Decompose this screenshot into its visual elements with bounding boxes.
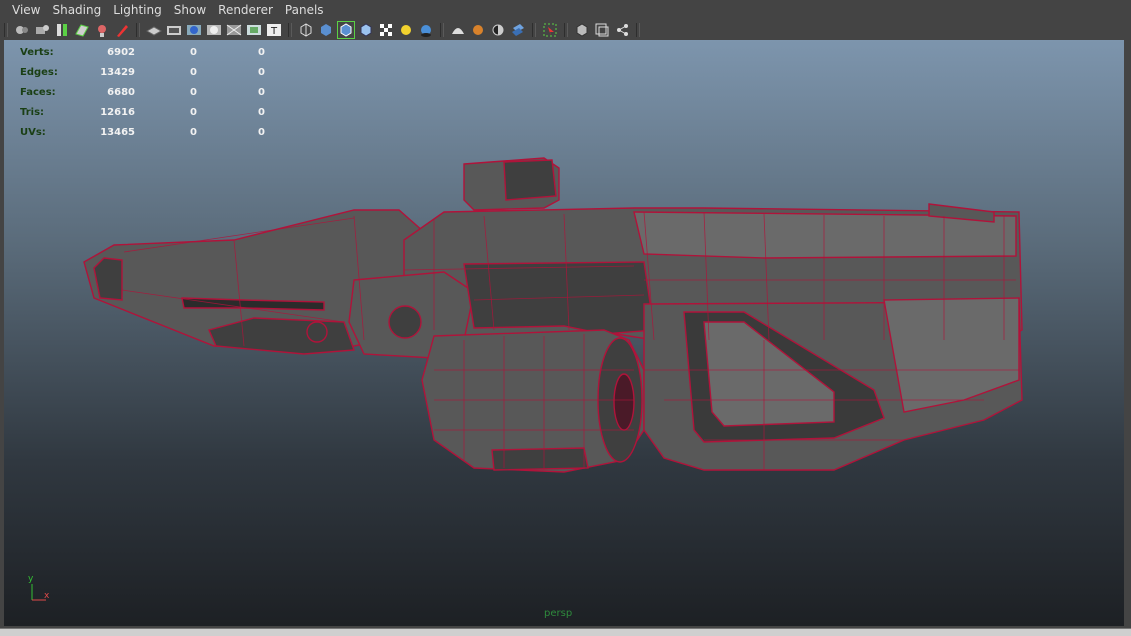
shadows-icon[interactable]	[418, 22, 434, 38]
hud-label: Verts:	[20, 46, 54, 58]
2d-pan-zoom-icon[interactable]	[94, 22, 110, 38]
hud-value: 12616	[100, 106, 135, 118]
hud-row-verts: Verts: 6902 0 0	[20, 42, 265, 62]
poly-count-hud: Verts: 6902 0 0 Edges: 13429 0 0 Faces: 6680 0 0 Tri…	[20, 42, 265, 142]
hud-value: 13429	[100, 66, 135, 78]
toolbar-separator	[4, 23, 8, 37]
use-all-lights-icon[interactable]	[398, 22, 414, 38]
camera-attributes-icon[interactable]	[34, 22, 50, 38]
hud-row-uvs: UVs: 13465 0 0	[20, 122, 265, 142]
grid-icon[interactable]	[146, 22, 162, 38]
toolbar-separator	[636, 23, 640, 37]
trigger-assembly-part	[463, 261, 655, 335]
gate-mask-icon[interactable]	[206, 22, 222, 38]
hud-value: 0	[190, 106, 197, 118]
hud-value: 6902	[107, 46, 135, 58]
svg-text:T: T	[270, 26, 278, 37]
toolbar-separator	[532, 23, 536, 37]
default-material-icon[interactable]	[358, 22, 374, 38]
hud-value: 0	[258, 66, 265, 78]
menu-show[interactable]: Show	[174, 3, 206, 17]
menu-view[interactable]: View	[12, 3, 40, 17]
viewport-toolbar: T	[0, 20, 1131, 40]
toolbar-separator	[440, 23, 444, 37]
multisample-antialiasing-icon[interactable]	[490, 22, 506, 38]
hud-label: Tris:	[20, 106, 45, 118]
isolate-select-icon[interactable]	[542, 22, 558, 38]
hud-value: 0	[258, 86, 265, 98]
hud-value: 0	[258, 106, 265, 118]
xray-joints-icon[interactable]	[614, 22, 630, 38]
axis-icon	[31, 584, 46, 601]
3d-viewport[interactable]: Verts: 6902 0 0 Edges: 13429 0 0 Faces: 6680 0 0 Tri…	[4, 40, 1124, 626]
film-gate-icon[interactable]	[166, 22, 182, 38]
safe-action-icon[interactable]	[246, 22, 262, 38]
view-axis-gizmo: y x	[20, 572, 60, 608]
hud-value: 0	[190, 66, 197, 78]
axis-x-label: x	[44, 591, 50, 601]
camera-name-label: persp	[544, 608, 573, 619]
hud-row-edges: Edges: 13429 0 0	[20, 62, 265, 82]
hud-value: 0	[258, 126, 265, 138]
hud-value: 0	[190, 86, 197, 98]
hud-value: 0	[190, 46, 197, 58]
hud-label: Faces:	[20, 86, 56, 98]
hud-row-tris: Tris: 12616 0 0	[20, 102, 265, 122]
smooth-shade-icon[interactable]	[318, 22, 334, 38]
screen-space-ambient-occlusion-icon[interactable]	[450, 22, 466, 38]
menu-shading[interactable]: Shading	[52, 3, 101, 17]
hud-value: 6680	[107, 86, 135, 98]
select-camera-icon[interactable]	[14, 22, 30, 38]
wireframe-icon[interactable]	[298, 22, 314, 38]
hud-label: Edges:	[20, 66, 58, 78]
wireframe-on-shaded-icon[interactable]	[337, 21, 355, 39]
front-bolt-part	[306, 321, 328, 343]
axis-y-label: y	[28, 574, 34, 584]
hud-row-faces: Faces: 6680 0 0	[20, 82, 265, 102]
safe-title-icon[interactable]: T	[266, 22, 282, 38]
depth-of-field-icon[interactable]	[510, 22, 526, 38]
drum-hub-part	[613, 373, 635, 431]
textured-icon[interactable]	[378, 22, 394, 38]
toolbar-separator	[288, 23, 292, 37]
hud-value: 0	[258, 46, 265, 58]
resolution-gate-icon[interactable]	[186, 22, 202, 38]
hud-value: 13465	[100, 126, 135, 138]
motion-blur-icon[interactable]	[470, 22, 486, 38]
hud-label: UVs:	[20, 126, 46, 138]
viewport-menu-bar: View Shading Lighting Show Renderer Panels	[0, 0, 1131, 20]
scope-lens-part	[503, 159, 557, 201]
mid-bolt-part	[388, 305, 422, 339]
xray-active-components-icon[interactable]	[594, 22, 610, 38]
bookmark-icon[interactable]	[54, 22, 70, 38]
hud-value: 0	[190, 126, 197, 138]
drum-foot-part	[491, 447, 589, 471]
menu-lighting[interactable]: Lighting	[113, 3, 162, 17]
menu-panels[interactable]: Panels	[285, 3, 324, 17]
field-chart-icon[interactable]	[226, 22, 242, 38]
image-plane-icon[interactable]	[74, 22, 90, 38]
xray-icon[interactable]	[574, 22, 590, 38]
grease-pencil-icon[interactable]	[114, 22, 130, 38]
toolbar-separator	[136, 23, 140, 37]
menu-renderer[interactable]: Renderer	[218, 3, 273, 17]
toolbar-separator	[564, 23, 568, 37]
